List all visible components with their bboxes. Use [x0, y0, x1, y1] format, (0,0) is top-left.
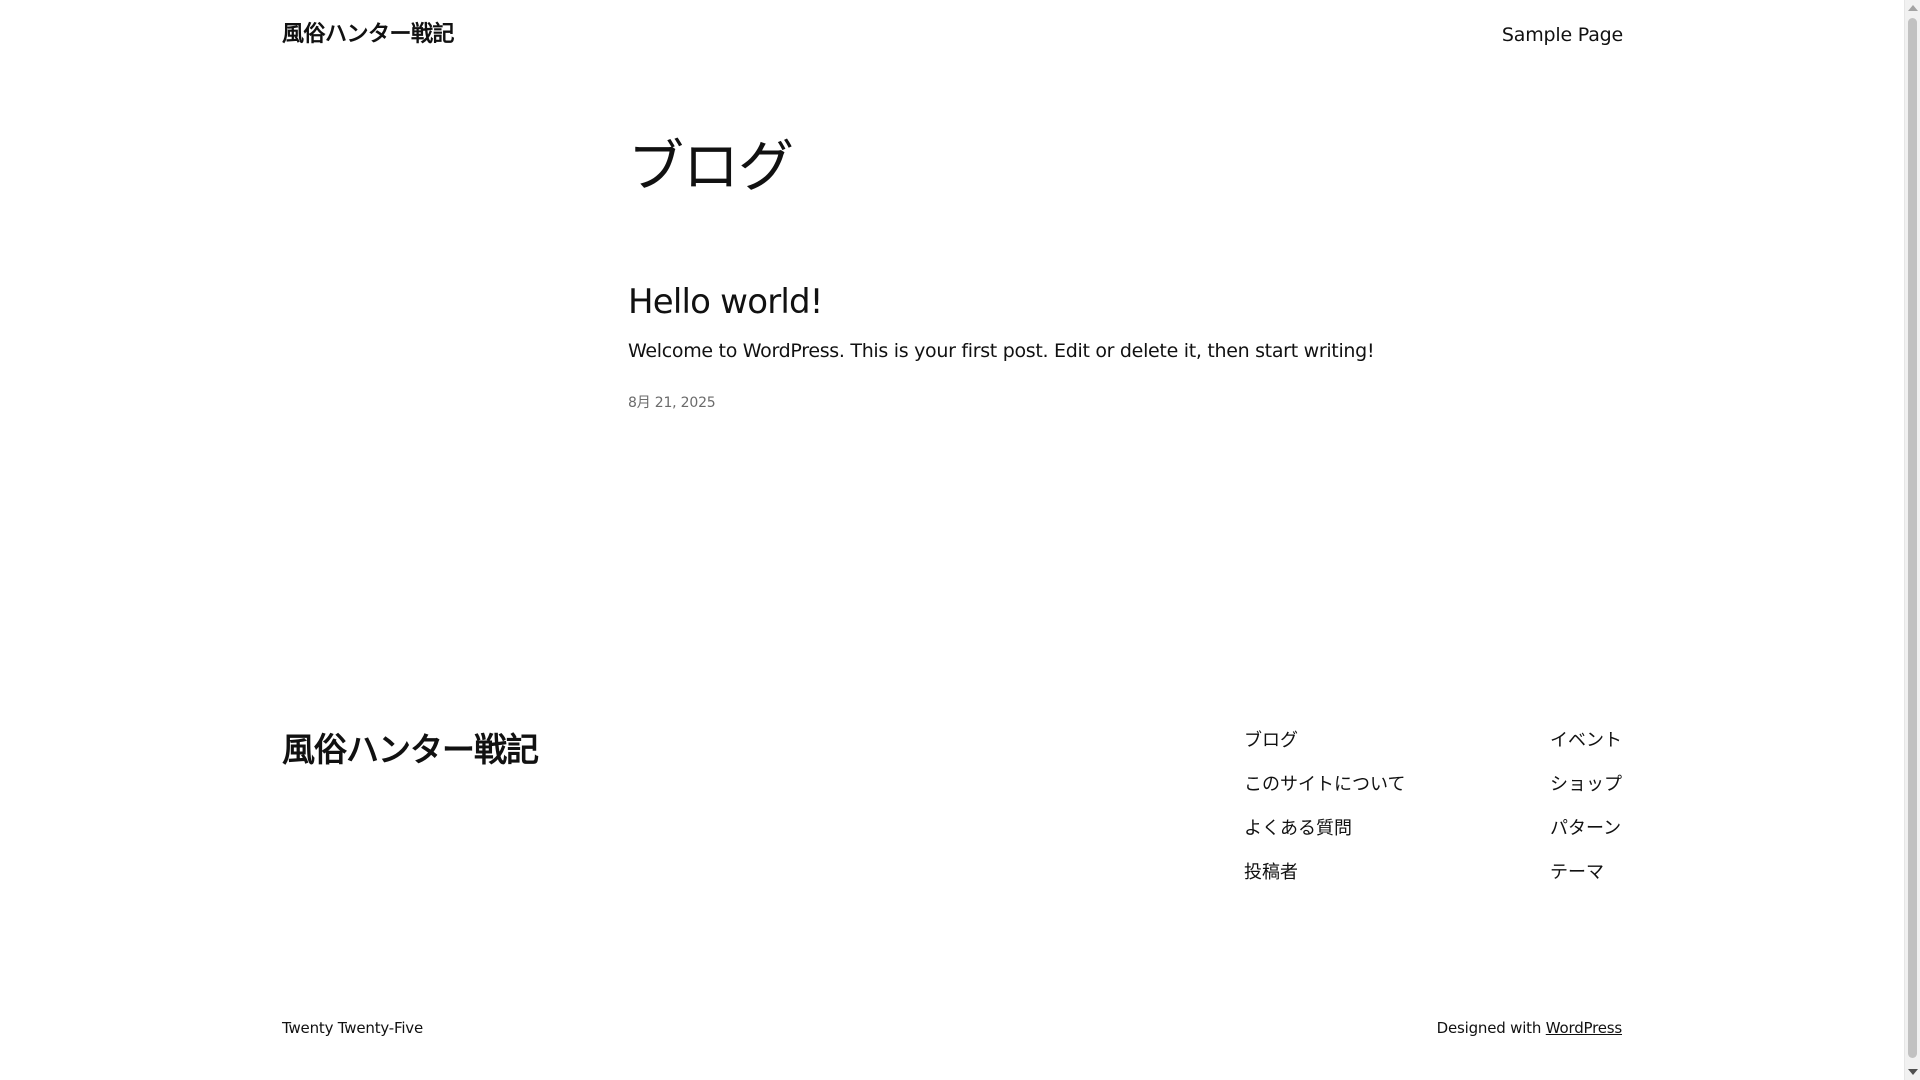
footer-nav-column-2: イベント ショップ パターン テーマ	[1550, 728, 1622, 904]
footer-credit-text: Designed with	[1436, 1019, 1542, 1037]
footer-credit: Designed with WordPress	[1436, 1018, 1623, 1038]
post-excerpt: Welcome to WordPress. This is your first…	[628, 340, 1375, 362]
post-title: Hello world!	[628, 280, 823, 324]
post-date: 8月 21, 2025	[628, 395, 716, 411]
footer-site-title-link[interactable]: 風俗ハンター戦記	[282, 728, 539, 772]
scroll-down-arrow-icon[interactable]	[1908, 1069, 1918, 1075]
header-navigation: Sample Page	[1502, 21, 1623, 49]
footer-link-about[interactable]: このサイトについて	[1244, 772, 1405, 798]
scrollbar-thumb[interactable]	[1908, 18, 1917, 1058]
footer-link-faq[interactable]: よくある質問	[1244, 816, 1405, 842]
footer-link-shop[interactable]: ショップ	[1550, 772, 1622, 798]
nav-item-sample-page[interactable]: Sample Page	[1502, 24, 1623, 46]
page-title: ブログ	[628, 135, 794, 200]
footer-link-patterns[interactable]: パターン	[1550, 816, 1621, 842]
vertical-scrollbar[interactable]	[1904, 0, 1920, 1080]
footer-link-events[interactable]: イベント	[1550, 728, 1622, 754]
scroll-up-arrow-icon[interactable]	[1908, 5, 1918, 11]
footer-nav-column-1: ブログ このサイトについて よくある質問 投稿者	[1244, 728, 1405, 904]
footer-link-themes[interactable]: テーマ	[1550, 860, 1604, 886]
wordpress-link[interactable]: WordPress	[1546, 1019, 1622, 1037]
site-title-link[interactable]: 風俗ハンター戦記	[282, 19, 455, 51]
post-title-link[interactable]: Hello world!	[628, 282, 823, 322]
footer-link-blog[interactable]: ブログ	[1244, 728, 1405, 754]
footer-link-authors[interactable]: 投稿者	[1244, 860, 1405, 886]
footer-theme-name: Twenty Twenty-Five	[282, 1019, 424, 1037]
